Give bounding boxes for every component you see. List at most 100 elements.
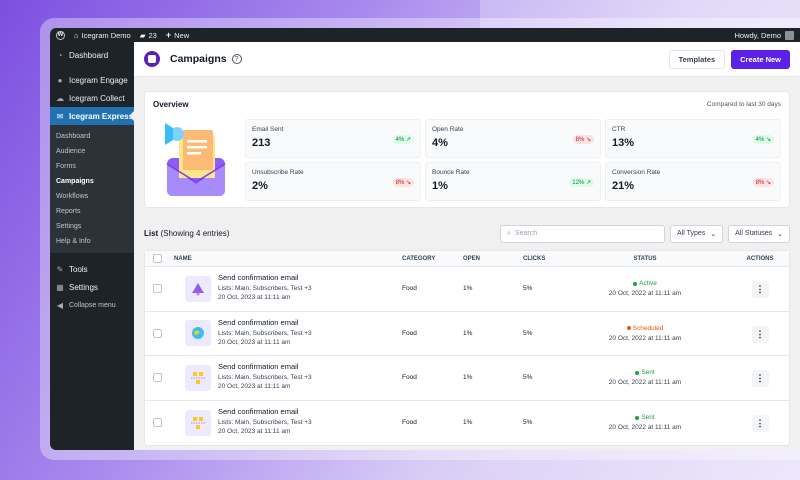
sidebar-item-dashboard[interactable]: ◔ Dashboard [50,46,134,64]
search-placeholder: Search [514,230,538,237]
submenu-item-dashboard[interactable]: Dashboard [50,129,134,144]
submenu-item-help[interactable]: Help & Info [50,234,134,249]
sidebar-item-icegram-engage[interactable]: ● Icegram Engage [50,71,134,89]
campaign-lists: Lists: Main, Subscribers, Test +3 [218,418,312,426]
workflow-icon [185,364,211,391]
open-cell: 1% [463,374,473,382]
status-date: 20 Oct, 2022 at 11:11 am [608,379,682,387]
sidebar-item-settings[interactable]: ▦ Settings [50,278,134,296]
wordpress-icon: W [56,30,65,40]
more-actions-icon[interactable]: ⋮ [751,325,769,343]
campaign-date: 20 Oct, 2023 at 11:11 am [218,383,291,390]
sidebar-item-label: Collapse menu [69,301,116,309]
row-checkbox[interactable] [153,328,162,338]
status-date: 20 Oct, 2022 at 11:11 am [608,334,682,342]
mail-icon: ✉ [56,111,64,121]
campaign-name[interactable]: Send confirmation email [218,362,312,371]
comments-count: 23 [148,30,157,40]
campaign-name[interactable]: Send confirmation email [218,318,312,327]
status-cell: Sent 20 Oct, 2022 at 11:11 am [600,414,690,431]
chevron-down-icon: ⌄ [710,230,717,238]
stat-value: 4% [432,137,448,149]
table-row[interactable]: Send confirmation email Lists: Main, Sub… [145,401,789,446]
collapse-menu-button[interactable]: ◀ Collapse menu [50,296,134,314]
row-checkbox[interactable] [153,418,162,428]
campaign-lists: Lists: Main, Subscribers, Test +3 [218,329,312,337]
open-cell: 1% [463,285,473,293]
table-row[interactable]: Send confirmation email Lists: Main, Sub… [145,356,789,401]
status-badge: Sent [600,414,690,421]
stat-card-open-rate: Open Rate 4% 8% ↘ [425,119,601,158]
more-actions-icon[interactable]: ⋮ [751,281,769,299]
row-actions: ⋮ [745,368,775,388]
overview-compare-text: Compared to last 30 days [706,101,781,108]
create-new-button[interactable]: Create New [731,49,790,69]
submenu-item-audience[interactable]: Audience [50,144,134,159]
category-cell: Food [402,329,417,337]
status-filter-select[interactable]: All Statuses ⌄ [728,224,790,243]
help-icon[interactable]: ? [231,54,242,64]
sidebar-item-label: Icegram Express [69,111,134,121]
submenu-item-campaigns[interactable]: Campaigns [50,174,134,189]
status-badge: Scheduled [600,325,690,332]
status-date: 20 Oct, 2022 at 11:11 am [608,424,682,432]
table-row[interactable]: Send confirmation email Lists: Main, Sub… [145,312,789,356]
campaign-name-block: Send confirmation email Lists: Main, Sub… [218,318,312,346]
engage-icon: ● [57,75,63,85]
row-checkbox[interactable] [153,284,162,294]
trend-up-badge: 4% ↘ [752,135,774,144]
open-cell: 1% [463,419,473,427]
more-actions-icon[interactable]: ⋮ [751,415,769,433]
comments-link[interactable]: ▰ 23 [140,31,157,40]
stat-card-conversion-rate: Conversion Rate 21% 8% ↘ [605,162,781,201]
submenu-item-reports[interactable]: Reports [50,204,134,219]
stat-label: Unsubscribe Rate [252,169,304,176]
submenu-item-settings[interactable]: Settings [50,219,134,234]
open-cell: 1% [463,329,473,337]
bell-icon [185,275,211,302]
table-header-row: NAME CATEGORY OPEN CLICKS STATUS ACTIONS [145,251,789,267]
sidebar-item-label: Icegram Engage [69,75,128,85]
table-row[interactable]: Send confirmation email Lists: Main, Sub… [145,267,789,312]
stat-label: Open Rate [432,126,464,133]
templates-button[interactable]: Templates [668,49,726,69]
status-cell: Active 20 Oct, 2022 at 11:11 am [600,280,690,297]
new-content-link[interactable]: + New [166,30,189,40]
sidebar-item-tools[interactable]: ✎ Tools [50,260,134,278]
stat-card-email-sent: Email Sent 213 4% ↗ [245,119,421,158]
clicks-cell: 5% [523,285,533,293]
select-all-checkbox[interactable] [153,254,162,263]
account-menu[interactable]: Howdy, Demo [734,30,794,40]
home-icon: ⌂ [74,30,79,40]
type-filter-select[interactable]: All Types ⌄ [670,224,724,243]
column-header-status: STATUS [633,255,657,262]
wp-logo-button[interactable]: W [56,30,65,40]
stat-label: Email Sent [252,126,284,133]
collect-icon: ☁ [56,93,64,103]
trend-up-badge: 12% ↗ [569,178,594,187]
clicks-cell: 5% [523,419,533,427]
campaign-date: 20 Oct, 2023 at 11:11 am [218,427,291,435]
trend-down-badge: 8% ↘ [752,178,774,187]
row-actions: ⋮ [745,413,775,433]
settings-icon: ▦ [56,282,64,292]
stat-card-ctr: CTR 13% 4% ↘ [605,119,781,158]
submenu-item-workflows[interactable]: Workflows [50,189,134,204]
campaign-name[interactable]: Send confirmation email [218,273,312,282]
dashboard-icon: ◔ [57,50,63,60]
sidebar-item-icegram-collect[interactable]: ☁ Icegram Collect [50,89,134,107]
overview-card: Overview Compared to last 30 days Email … [144,91,790,208]
category-cell: Food [402,419,417,427]
icegram-logo-icon [144,51,160,67]
status-badge: Sent [600,369,690,376]
sidebar-item-icegram-express[interactable]: ✉ Icegram Express [50,107,134,125]
campaign-name[interactable]: Send confirmation email [218,407,312,416]
campaign-lists: Lists: Main, Subscribers, Test +3 [218,285,312,292]
campaign-name-block: Send confirmation email Lists: Main, Sub… [218,273,312,301]
column-header-clicks: CLICKS [523,255,546,262]
row-checkbox[interactable] [153,373,162,383]
more-actions-icon[interactable]: ⋮ [751,370,769,388]
search-input[interactable]: ⌕ Search [500,224,665,243]
site-name-link[interactable]: ⌂ Icegram Demo [74,31,131,40]
submenu-item-forms[interactable]: Forms [50,159,134,174]
